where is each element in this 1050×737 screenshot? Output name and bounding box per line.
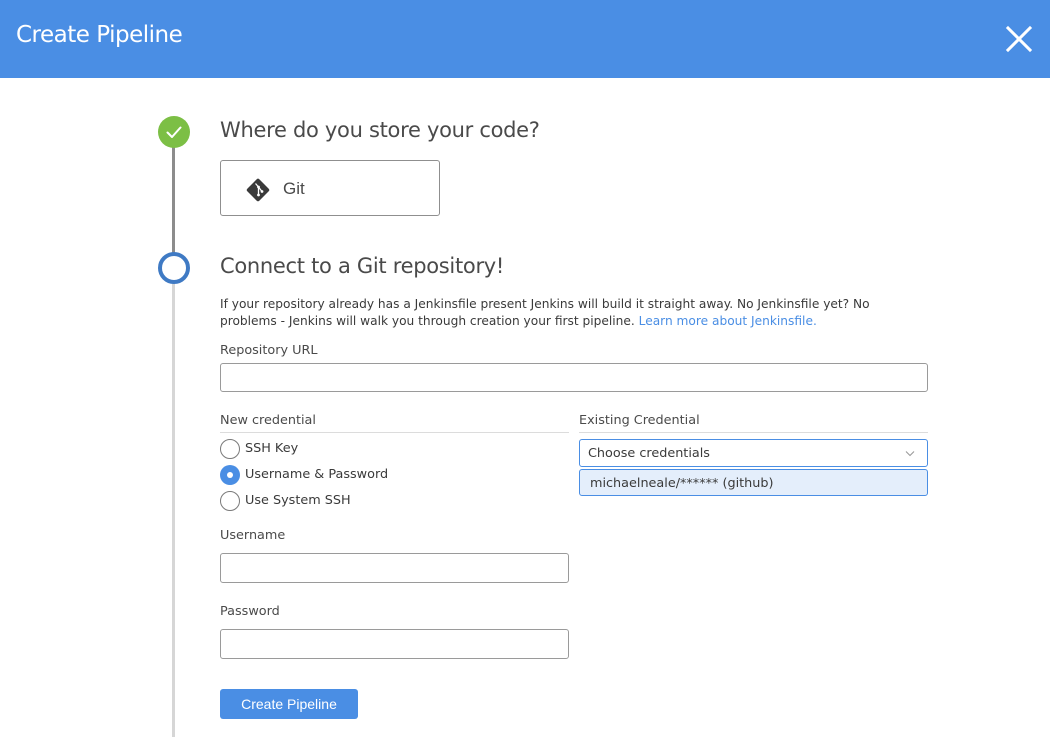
new-credential-heading: New credential: [220, 413, 316, 428]
repository-url-label: Repository URL: [220, 343, 318, 358]
close-icon: [1005, 25, 1033, 53]
radio-label: Username & Password: [245, 467, 389, 482]
scm-option-label: Git: [283, 179, 305, 198]
radio-label: Use System SSH: [245, 493, 351, 508]
credentials-select[interactable]: Choose credentials: [579, 439, 928, 467]
radio-button[interactable]: [220, 491, 240, 511]
radio-button[interactable]: [220, 439, 240, 459]
learn-more-link[interactable]: Learn more about Jenkinsfile.: [639, 314, 817, 328]
existing-credential-divider: [579, 432, 928, 433]
scm-option-git[interactable]: Git: [220, 160, 440, 216]
username-label: Username: [220, 528, 286, 543]
timeline-connector-completed: [172, 140, 175, 254]
create-pipeline-button[interactable]: Create Pipeline: [220, 689, 358, 719]
page-header: Create Pipeline: [0, 0, 1050, 78]
credentials-dropdown-option[interactable]: michaelneale/****** (github): [579, 469, 928, 496]
git-icon: [246, 178, 270, 202]
radio-button-selected[interactable]: [220, 465, 240, 485]
username-input[interactable]: [220, 553, 569, 583]
step-1-title: Where do you store your code?: [220, 118, 540, 142]
step-description: If your repository already has a Jenkins…: [220, 296, 920, 330]
credentials-option-label: michaelneale/****** (github): [590, 476, 774, 491]
existing-credential-heading: Existing Credential: [579, 413, 700, 428]
step-2-title: Connect to a Git repository!: [220, 254, 505, 278]
checkmark-icon: [166, 126, 182, 138]
radio-label: SSH Key: [245, 441, 299, 456]
close-button[interactable]: [1000, 20, 1038, 58]
chevron-down-icon: [905, 451, 915, 457]
password-label: Password: [220, 604, 280, 619]
timeline-connector-pending: [172, 282, 175, 737]
step-current-indicator: [158, 252, 190, 284]
credentials-select-value: Choose credentials: [588, 446, 710, 461]
page-title: Create Pipeline: [16, 22, 183, 48]
repository-url-input[interactable]: [220, 363, 928, 392]
new-credential-divider: [220, 432, 569, 433]
password-input[interactable]: [220, 629, 569, 659]
step-completed-indicator: [158, 116, 190, 148]
